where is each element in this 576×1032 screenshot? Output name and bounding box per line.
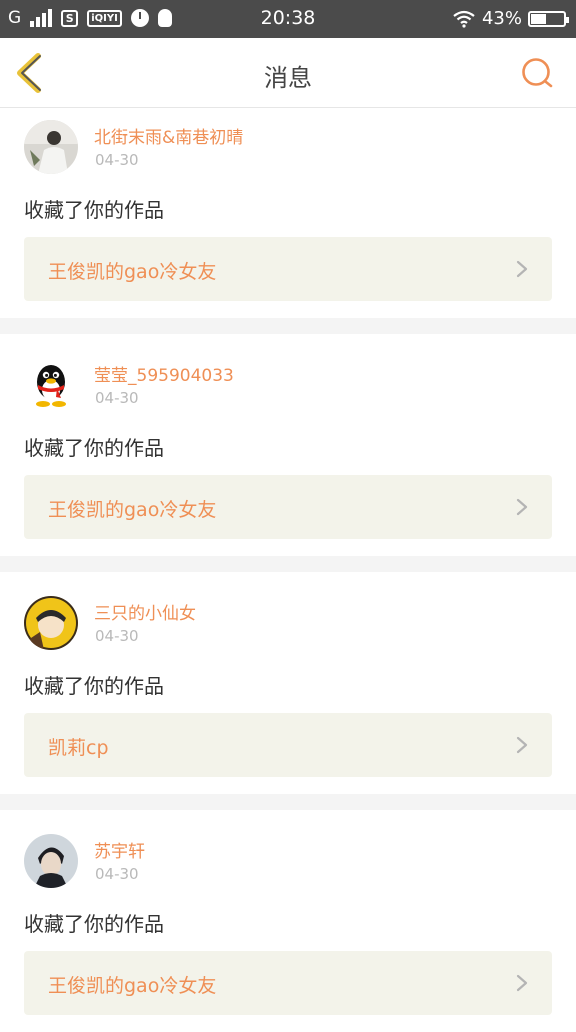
- username[interactable]: 三只的小仙女: [94, 599, 196, 624]
- work-link[interactable]: 凯莉cp: [24, 713, 552, 777]
- chevron-right-icon: [516, 260, 528, 278]
- page-title: 消息: [264, 64, 312, 92]
- action-text: 收藏了你的作品: [24, 674, 164, 698]
- action-text: 收藏了你的作品: [24, 436, 164, 460]
- username[interactable]: 北街末雨&南巷初晴: [94, 123, 243, 148]
- chevron-left-icon[interactable]: [12, 52, 48, 94]
- user-avatar[interactable]: [24, 834, 78, 888]
- chevron-right-icon: [516, 736, 528, 754]
- message-card: 莹莹_595904033 04-30 收藏了你的作品 王俊凯的gao冷女友: [0, 334, 576, 556]
- status-bar: G S iQIYI 20:38 43%: [0, 0, 576, 38]
- message-date: 04-30: [95, 389, 139, 407]
- battery-icon: [528, 10, 569, 27]
- work-link[interactable]: 王俊凯的gao冷女友: [24, 475, 552, 539]
- work-link[interactable]: 王俊凯的gao冷女友: [24, 237, 552, 301]
- work-link[interactable]: 王俊凯的gao冷女友: [24, 951, 552, 1015]
- battery-fill: [531, 13, 546, 24]
- work-title: 凯莉cp: [48, 737, 109, 759]
- chevron-right-icon: [516, 498, 528, 516]
- message-card: 三只的小仙女 04-30 收藏了你的作品 凯莉cp: [0, 572, 576, 794]
- message-date: 04-30: [95, 151, 139, 169]
- username[interactable]: 苏宇轩: [94, 837, 145, 862]
- qq-penguin-avatar[interactable]: [24, 358, 78, 412]
- user-avatar[interactable]: [24, 596, 78, 650]
- section-divider: [0, 556, 576, 572]
- chevron-right-icon: [516, 974, 528, 992]
- battery-percent: 43%: [481, 8, 522, 29]
- message-date: 04-30: [95, 627, 139, 645]
- message-feed: 北街末雨&南巷初晴 04-30 收藏了你的作品 王俊凯的gao冷女友 莹莹_59…: [0, 108, 576, 1032]
- work-title: 王俊凯的gao冷女友: [48, 261, 217, 283]
- top-navigation-bar: 消息: [0, 38, 576, 108]
- search-icon[interactable]: [520, 56, 554, 90]
- user-avatar[interactable]: [24, 120, 78, 174]
- wifi-icon: [453, 10, 475, 28]
- section-divider: [0, 794, 576, 810]
- message-card: 北街末雨&南巷初晴 04-30 收藏了你的作品 王俊凯的gao冷女友: [0, 108, 576, 318]
- username[interactable]: 莹莹_595904033: [94, 361, 234, 386]
- section-divider: [0, 318, 576, 334]
- status-right: 43%: [452, 8, 569, 29]
- work-title: 王俊凯的gao冷女友: [48, 975, 217, 997]
- message-card: 苏宇轩 04-30 收藏了你的作品 王俊凯的gao冷女友: [0, 810, 576, 1032]
- message-date: 04-30: [95, 865, 139, 883]
- action-text: 收藏了你的作品: [24, 198, 164, 222]
- work-title: 王俊凯的gao冷女友: [48, 499, 217, 521]
- action-text: 收藏了你的作品: [24, 912, 164, 936]
